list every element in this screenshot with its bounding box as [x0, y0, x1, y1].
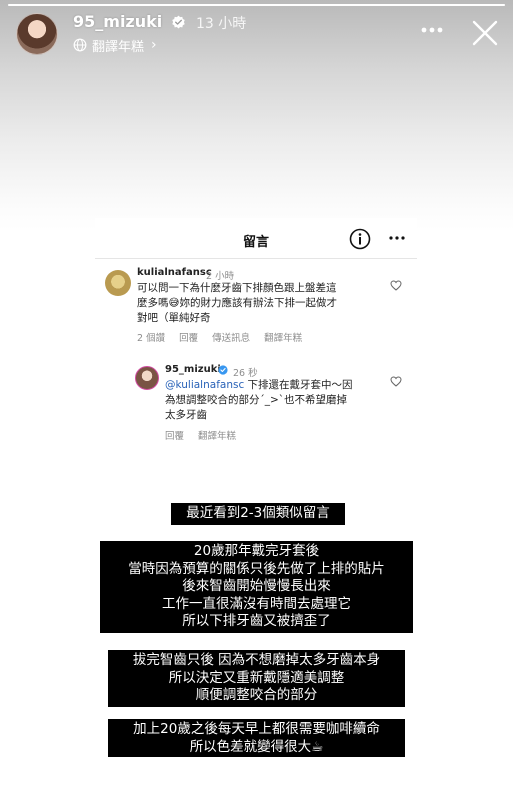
commenter-avatar	[105, 270, 131, 296]
info-icon	[349, 228, 371, 250]
globe-icon	[73, 38, 87, 52]
divider	[95, 258, 417, 259]
reply-time: 26 秒	[233, 368, 258, 379]
caption-line: 所以決定又重新戴隱適美調整	[168, 669, 345, 686]
caption-line: 加上20歲之後每天早上都很需要咖啡續命	[133, 721, 380, 737]
caption-line: 後來智齒開始慢慢長出來	[182, 578, 331, 594]
likes-count: 2 個讚	[137, 333, 166, 344]
translate-link: 翻譯年糕	[264, 333, 303, 344]
reply-username: 95_mizuki	[165, 364, 221, 375]
reply-text: @kulialnafansc 下排還在戴牙套中～因 為想調整咬合的部分´_>`也…	[165, 378, 387, 423]
verified-badge-icon	[172, 15, 185, 29]
comment-text: 可以問一下為什麼牙齒下排顏色跟上盤差這 麼多嗎😅妳的財力應該有辦法下排一起做才 …	[137, 281, 387, 326]
comment-text-line: 對吧（單純好奇	[137, 312, 211, 324]
reply-actions: 回覆 翻譯年糕	[165, 428, 236, 442]
comments-screenshot: 留言 kulialnafansc 2 小時 可以問一下為什麼牙齒下排顏色跟上盤差…	[95, 218, 417, 448]
close-icon[interactable]	[470, 18, 500, 48]
verified-badge-icon	[218, 365, 228, 375]
chevron-right-icon: ›	[151, 37, 157, 53]
more-icon	[389, 236, 405, 240]
translate-button[interactable]: 翻譯年糕 ›	[73, 36, 157, 55]
reply-text-line: 太多牙齒	[165, 409, 207, 421]
caption-block: 最近看到2-3個類似留言	[171, 503, 345, 525]
mention-link: @kulialnafansc	[165, 379, 245, 391]
comment-time: 2 小時	[206, 271, 235, 282]
comment-text-line: 可以問一下為什麼牙齒下排顏色跟上盤差這	[137, 282, 337, 294]
reply-text-line: 為想調整咬合的部分´_>`也不希望磨掉	[165, 394, 348, 406]
reply-avatar	[135, 366, 159, 390]
translate-label: 翻譯年糕	[92, 39, 145, 55]
caption-line: 當時因為預算的關係只後先做了上排的貼片	[128, 560, 385, 577]
reply-link: 回覆	[165, 431, 185, 442]
send-message-link: 傳送訊息	[212, 333, 251, 344]
translate-link: 翻譯年糕	[198, 431, 237, 442]
comment-username: kulialnafansc	[137, 267, 212, 278]
caption-line: 最近看到2-3個類似留言	[186, 505, 330, 521]
comment-actions: 2 個讚 回覆 傳送訊息 翻譯年糕	[137, 330, 302, 344]
post-time: 13 小時	[196, 16, 247, 32]
more-icon[interactable]	[418, 20, 446, 40]
avatar[interactable]	[16, 13, 58, 55]
caption-line: 順便調整咬合的部分	[195, 687, 318, 703]
caption-line: 所以下排牙齒又被擠歪了	[182, 613, 331, 629]
caption-block: 20歲那年戴完牙套後 當時因為預算的關係只後先做了上排的貼片 後來智齒開始慢慢長…	[100, 541, 413, 633]
caption-line: 所以色差就變得很大☕	[189, 738, 324, 755]
heart-icon	[390, 280, 402, 291]
username[interactable]: 95_mizuki	[73, 12, 162, 31]
reply-text-line: 下排還在戴牙套中～因	[244, 379, 353, 391]
reply-link: 回覆	[179, 333, 199, 344]
caption-block: 加上20歲之後每天早上都很需要咖啡續命 所以色差就變得很大☕	[108, 719, 405, 757]
caption-line: 拔完智齒只後 因為不想磨掉太多牙齒本身	[132, 652, 381, 668]
caption-line: 20歲那年戴完牙套後	[193, 543, 320, 559]
caption-block: 拔完智齒只後 因為不想磨掉太多牙齒本身 所以決定又重新戴隱適美調整 順便調整咬合…	[108, 650, 405, 707]
comment-text-line: 麼多嗎😅妳的財力應該有辦法下排一起做才	[137, 297, 337, 309]
caption-line: 工作一直很滿沒有時間去處理它	[162, 595, 351, 612]
story-header: 95_mizuki 13 小時 翻譯年糕 ›	[0, 0, 513, 64]
heart-icon	[390, 376, 402, 387]
comments-header: 留言	[95, 218, 417, 258]
